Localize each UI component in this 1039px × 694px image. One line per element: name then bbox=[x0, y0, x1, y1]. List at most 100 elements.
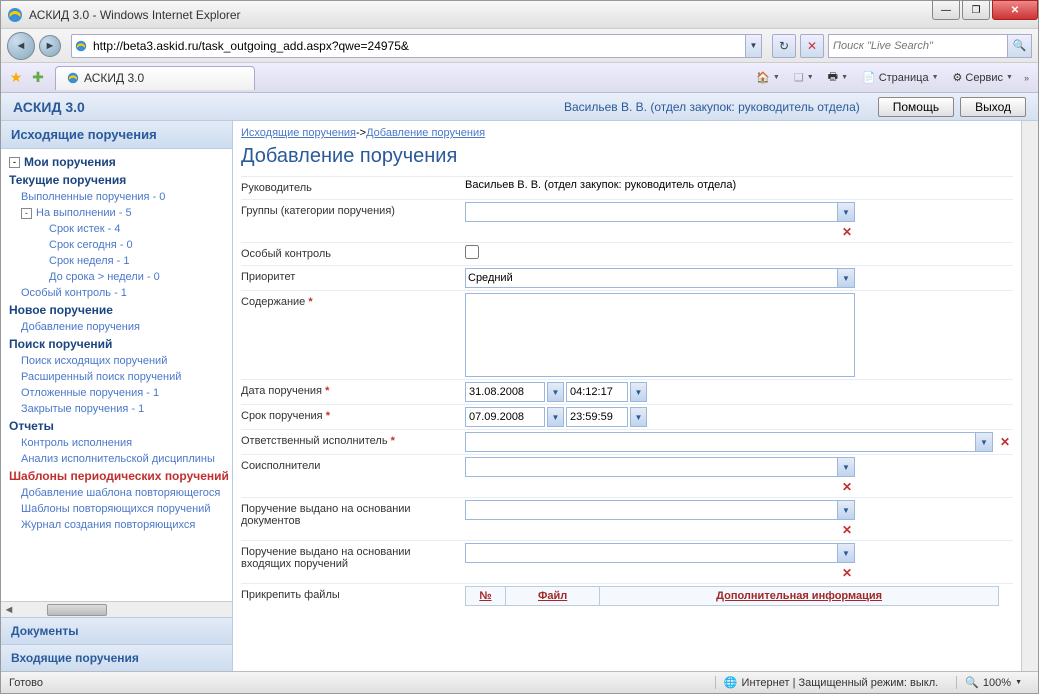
sidebar-item-7[interactable]: До срока > недели - 0 bbox=[1, 269, 232, 285]
search-go-button[interactable]: 🔍 bbox=[1008, 34, 1032, 58]
based-incoming-label: Поручение выдано на основании входящих п… bbox=[241, 543, 465, 573]
url-input[interactable] bbox=[89, 34, 746, 58]
sidebar-item-12[interactable]: Поиск исходящих поручений bbox=[1, 353, 232, 369]
favorites-icon[interactable]: ★ bbox=[7, 69, 25, 87]
due-date-picker-icon[interactable]: ▼ bbox=[547, 407, 564, 427]
executor-select[interactable] bbox=[465, 432, 976, 452]
page-menu[interactable]: 📄Страница▼ bbox=[856, 67, 945, 89]
page-icon bbox=[71, 34, 89, 58]
sidebar-item-2[interactable]: Выполненные поручения - 0 bbox=[1, 189, 232, 205]
status-bar: Готово 🌐Интернет | Защищенный режим: вык… bbox=[1, 671, 1038, 693]
based-incoming-dropdown-icon[interactable]: ▼ bbox=[838, 543, 855, 563]
coexec-select[interactable] bbox=[465, 457, 838, 477]
sidebar-item-19[interactable]: Шаблоны периодических поручений bbox=[1, 467, 232, 485]
print-button[interactable]: 🖶▼ bbox=[822, 67, 854, 89]
due-label: Срок поручения * bbox=[241, 407, 465, 425]
breadcrumb-link-add[interactable]: Добавление поручения bbox=[366, 127, 485, 139]
add-favorites-icon[interactable]: ✚ bbox=[29, 69, 47, 87]
tree-toggle-icon[interactable]: - bbox=[9, 157, 20, 168]
sidebar-incoming[interactable]: Входящие поручения bbox=[1, 644, 232, 671]
executor-delete-icon[interactable]: ✕ bbox=[997, 434, 1013, 450]
date-time-input[interactable] bbox=[566, 382, 628, 402]
sidebar-item-21[interactable]: Шаблоны повторяющихся поручений bbox=[1, 501, 232, 517]
attach-th-no[interactable]: № bbox=[466, 587, 506, 606]
home-button[interactable]: 🏠▼ bbox=[750, 67, 786, 89]
exit-button[interactable]: Выход bbox=[960, 97, 1026, 117]
sidebar-item-18[interactable]: Анализ исполнительской дисциплины bbox=[1, 451, 232, 467]
sidebar-item-5[interactable]: Срок сегодня - 0 bbox=[1, 237, 232, 253]
breadcrumb-link-outgoing[interactable]: Исходящие поручения bbox=[241, 127, 356, 139]
executor-label: Ответственный исполнитель * bbox=[241, 432, 465, 450]
special-control-checkbox[interactable] bbox=[465, 245, 479, 259]
browser-tab[interactable]: АСКИД 3.0 bbox=[55, 66, 255, 90]
close-button[interactable] bbox=[992, 0, 1038, 20]
sidebar-documents[interactable]: Документы bbox=[1, 617, 232, 644]
content-label: Содержание * bbox=[241, 293, 465, 311]
help-menu[interactable]: » bbox=[1021, 67, 1032, 89]
url-dropdown[interactable]: ▼ bbox=[746, 34, 762, 58]
search-input[interactable] bbox=[828, 34, 1008, 58]
stop-button[interactable]: ✕ bbox=[800, 34, 824, 58]
based-incoming-delete-icon[interactable]: ✕ bbox=[839, 565, 855, 581]
sidebar-item-6[interactable]: Срок неделя - 1 bbox=[1, 253, 232, 269]
sidebar-item-8[interactable]: Особый контроль - 1 bbox=[1, 285, 232, 301]
based-docs-dropdown-icon[interactable]: ▼ bbox=[838, 500, 855, 520]
based-incoming-select[interactable] bbox=[465, 543, 838, 563]
sidebar-item-label: Поиск исходящих поручений bbox=[21, 355, 167, 367]
sidebar-item-13[interactable]: Расширенный поиск поручений bbox=[1, 369, 232, 385]
breadcrumb: Исходящие поручения->Добавление поручени… bbox=[241, 123, 1013, 141]
due-date-input[interactable] bbox=[465, 407, 545, 427]
tools-menu[interactable]: ⚙Сервис▼ bbox=[947, 67, 1019, 89]
refresh-button[interactable]: ↻ bbox=[772, 34, 796, 58]
forward-button[interactable]: ► bbox=[39, 35, 61, 57]
executor-dropdown-icon[interactable]: ▼ bbox=[976, 432, 993, 452]
sidebar-item-15[interactable]: Закрытые поручения - 1 bbox=[1, 401, 232, 417]
coexec-dropdown-icon[interactable]: ▼ bbox=[838, 457, 855, 477]
attach-th-file[interactable]: Файл bbox=[506, 587, 600, 606]
date-picker-icon[interactable]: ▼ bbox=[547, 382, 564, 402]
date-input[interactable] bbox=[465, 382, 545, 402]
content-textarea[interactable] bbox=[465, 293, 855, 377]
minimize-button[interactable]: — bbox=[932, 0, 960, 20]
sidebar-item-10[interactable]: Добавление поручения bbox=[1, 319, 232, 335]
sidebar-item-9[interactable]: Новое поручение bbox=[1, 301, 232, 319]
sidebar-item-1[interactable]: Текущие поручения bbox=[1, 171, 232, 189]
sidebar-item-0[interactable]: -Мои поручения bbox=[1, 153, 232, 171]
sidebar-item-4[interactable]: Срок истек - 4 bbox=[1, 221, 232, 237]
page-title: Добавление поручения bbox=[241, 141, 1013, 176]
based-docs-select[interactable] bbox=[465, 500, 838, 520]
globe-icon: 🌐 bbox=[724, 676, 738, 689]
maximize-button[interactable]: ❐ bbox=[962, 0, 990, 20]
status-zoom[interactable]: 🔍100% ▼ bbox=[956, 676, 1030, 689]
sidebar-item-20[interactable]: Добавление шаблона повторяющегося bbox=[1, 485, 232, 501]
feeds-button[interactable]: ❑▼ bbox=[788, 67, 820, 89]
sidebar-item-22[interactable]: Журнал создания повторяющихся bbox=[1, 517, 232, 533]
help-button[interactable]: Помощь bbox=[878, 97, 954, 117]
based-docs-delete-icon[interactable]: ✕ bbox=[839, 522, 855, 538]
sidebar-item-17[interactable]: Контроль исполнения bbox=[1, 435, 232, 451]
content-vscroll[interactable] bbox=[1021, 121, 1038, 671]
sidebar-hscroll[interactable]: ◄ bbox=[1, 601, 232, 617]
sidebar-item-3[interactable]: -На выполнении - 5 bbox=[1, 205, 232, 221]
due-time-input[interactable] bbox=[566, 407, 628, 427]
date-time-picker-icon[interactable]: ▼ bbox=[630, 382, 647, 402]
due-time-picker-icon[interactable]: ▼ bbox=[630, 407, 647, 427]
groups-delete-icon[interactable]: ✕ bbox=[839, 224, 855, 240]
special-control-label: Особый контроль bbox=[241, 245, 465, 263]
sidebar: Исходящие поручения -Мои порученияТекущи… bbox=[1, 121, 233, 671]
priority-dropdown-icon[interactable]: ▼ bbox=[838, 268, 855, 288]
sidebar-item-16[interactable]: Отчеты bbox=[1, 417, 232, 435]
priority-select[interactable] bbox=[465, 268, 838, 288]
back-button[interactable]: ◄ bbox=[7, 32, 35, 60]
sidebar-item-11[interactable]: Поиск поручений bbox=[1, 335, 232, 353]
groups-dropdown-icon[interactable]: ▼ bbox=[838, 202, 855, 222]
date-label: Дата поручения * bbox=[241, 382, 465, 400]
sidebar-item-14[interactable]: Отложенные поручения - 1 bbox=[1, 385, 232, 401]
tree-toggle-icon[interactable]: - bbox=[21, 208, 32, 219]
attach-th-info[interactable]: Дополнительная информация bbox=[600, 587, 999, 606]
sidebar-item-label: Новое поручение bbox=[9, 303, 113, 317]
groups-select[interactable] bbox=[465, 202, 838, 222]
sidebar-item-label: Срок неделя - 1 bbox=[49, 255, 129, 267]
coexec-delete-icon[interactable]: ✕ bbox=[839, 479, 855, 495]
sidebar-header[interactable]: Исходящие поручения bbox=[1, 121, 232, 149]
